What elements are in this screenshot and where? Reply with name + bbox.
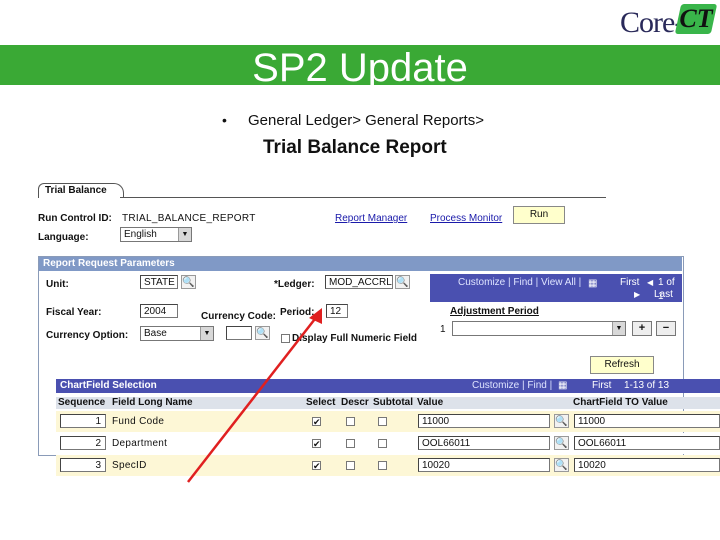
arrow-head-icon — [309, 308, 322, 324]
annotation-arrow — [187, 308, 322, 483]
arrow-line — [187, 314, 319, 483]
